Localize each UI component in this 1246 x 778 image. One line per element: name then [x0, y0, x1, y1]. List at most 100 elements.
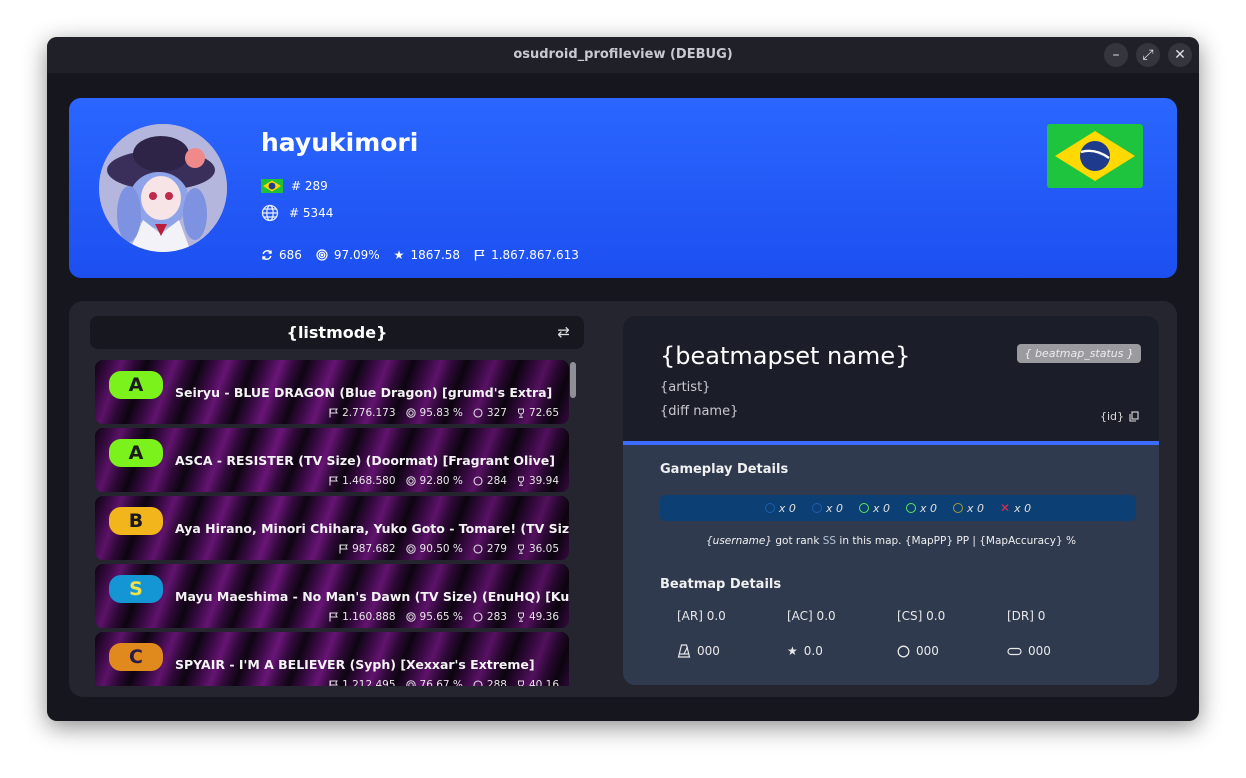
profile-stats: 686 97.09% ★ 1867.58 1.867.867.613	[261, 248, 579, 262]
score-stats: 1.160.888 95.65 % 283 49.36	[329, 611, 559, 623]
titlebar: osudroid_profileview (DEBUG) – ⤢ ✕	[47, 37, 1199, 73]
global-rank: # 5344	[289, 206, 334, 220]
main-panel: {listmode} ⇄ A Seiryu - BLUE DRAGON (Blue…	[69, 301, 1177, 697]
hit-circle-icon	[811, 503, 822, 513]
status-badge: { beatmap_status }	[1017, 344, 1141, 363]
beatmap-detail-panel: {beatmapset name} {artist} {diff name} {…	[623, 316, 1159, 685]
target-icon	[405, 408, 416, 418]
accuracy-stat: 95.83 %	[405, 407, 463, 419]
minimize-button[interactable]: –	[1104, 43, 1128, 67]
profile-header: hayukimori # 289 # 5344 686 97.09% ★ 186…	[69, 98, 1177, 278]
score-stat: 2.776.173	[329, 407, 396, 419]
sliders-stat: 000	[1007, 644, 1117, 658]
difficulty-stats: [AR] 0.0 [AC] 0.0 [CS] 0.0 [DR] 0	[677, 609, 1117, 623]
pp-stat: ★ 1867.58	[393, 248, 461, 262]
flag-icon	[474, 249, 485, 261]
score-list[interactable]: A Seiryu - BLUE DRAGON (Blue Dragon) [gru…	[95, 360, 569, 686]
score-stat: 1.867.867.613	[474, 248, 579, 262]
maximize-button[interactable]: ⤢	[1136, 43, 1160, 67]
beatmapset-name: {beatmapset name}	[660, 342, 911, 370]
beatmap-title: SPYAIR - I'M A BELIEVER (Syph) [Xexxar's…	[175, 657, 535, 672]
score-stats: 987.682 90.50 % 279 36.05	[339, 543, 559, 555]
circles-stat: 000	[897, 644, 1007, 658]
trophy-icon	[517, 408, 524, 418]
hit-count: x 0	[764, 502, 796, 515]
list-item[interactable]: A Seiryu - BLUE DRAGON (Blue Dragon) [gru…	[95, 360, 569, 424]
flag-icon	[339, 544, 348, 554]
grade-badge: S	[109, 575, 163, 603]
plays-stat: 686	[261, 248, 302, 262]
global-rank-row: # 5344	[261, 204, 333, 222]
list-mode-header[interactable]: {listmode} ⇄	[90, 316, 584, 349]
trophy-icon	[517, 612, 524, 622]
country-rank: # 289	[291, 179, 328, 193]
refresh-icon	[262, 250, 272, 260]
avatar[interactable]	[99, 124, 227, 252]
list-mode-label: {listmode}	[286, 323, 388, 342]
combo-icon	[473, 408, 483, 418]
diff-name: {diff name}	[660, 404, 739, 419]
close-button[interactable]: ✕	[1168, 43, 1192, 67]
flag-icon	[329, 612, 338, 622]
circle-icon	[897, 645, 910, 657]
combo-stat: 327	[473, 407, 507, 419]
target-icon	[405, 476, 416, 486]
country-flag	[1047, 124, 1143, 188]
combo-stat: 288	[473, 679, 507, 686]
artist: {artist}	[660, 380, 711, 395]
pp-stat: 36.05	[517, 543, 559, 555]
list-item[interactable]: S Mayu Maeshima - No Man's Dawn (TV Size)…	[95, 564, 569, 628]
hit-circle-icon	[952, 503, 963, 513]
score-stats: 1.468.580 92.80 % 284 39.94	[329, 475, 559, 487]
combo-icon	[473, 612, 483, 622]
cs-value: [CS] 0.0	[897, 609, 946, 623]
pp-stat: 39.94	[517, 475, 559, 487]
accuracy-stat: 97.09%	[316, 248, 380, 262]
gameplay-details-title: Gameplay Details	[660, 462, 789, 477]
beatmap-id[interactable]: {id}	[1100, 410, 1139, 423]
trophy-icon	[517, 476, 524, 486]
combo-stat: 283	[473, 611, 507, 623]
hit-circle-icon	[905, 503, 916, 513]
star-icon: ★	[393, 248, 405, 262]
stars-stat: ★ 0.0	[787, 644, 823, 658]
flag-icon	[329, 680, 338, 686]
beatmap-title: Seiryu - BLUE DRAGON (Blue Dragon) [grum…	[175, 385, 553, 400]
star-icon: ★	[787, 644, 798, 658]
trophy-icon	[517, 680, 524, 686]
hit-circle-icon	[858, 503, 869, 513]
app-window: osudroid_profileview (DEBUG) – ⤢ ✕ hayuk…	[47, 37, 1199, 721]
score-stat: 987.682	[339, 543, 396, 555]
hit-count: x 0	[858, 502, 890, 515]
metronome-icon	[677, 644, 691, 658]
ac-value: [AC] 0.0	[787, 609, 836, 623]
hit-count: x 0	[952, 502, 984, 515]
pp-stat: 40.16	[517, 679, 559, 686]
hit-counts-bar: x 0 x 0 x 0 x 0 x 0 ✕ x 0	[660, 495, 1136, 521]
hit-count: x 0	[905, 502, 937, 515]
flag-icon	[329, 408, 338, 418]
score-stat: 1.212.495	[329, 679, 396, 686]
dr-value: [DR] 0	[1007, 609, 1046, 623]
swap-icon[interactable]: ⇄	[557, 323, 570, 341]
list-item[interactable]: B Aya Hirano, Minori Chihara, Yuko Goto -…	[95, 496, 569, 560]
scrollbar[interactable]	[570, 362, 576, 398]
hit-count: ✕ x 0	[1000, 501, 1032, 515]
brazil-flag-icon	[261, 179, 283, 193]
username: hayukimori	[261, 128, 419, 157]
combo-icon	[473, 544, 483, 554]
slider-icon	[1007, 647, 1022, 655]
globe-icon	[261, 204, 279, 222]
beatmap-title: Aya Hirano, Minori Chihara, Yuko Goto - …	[175, 521, 569, 536]
score-stats: 2.776.173 95.83 % 327 72.65	[329, 407, 559, 419]
list-item[interactable]: A ASCA - RESISTER (TV Size) (Doormat) [Fr…	[95, 428, 569, 492]
grade-badge: A	[109, 371, 163, 399]
target-icon	[405, 544, 416, 554]
divider	[623, 441, 1159, 445]
miss-icon: ✕	[1000, 501, 1011, 515]
score-stat: 1.468.580	[329, 475, 396, 487]
list-item[interactable]: C SPYAIR - I'M A BELIEVER (Syph) [Xexxar'…	[95, 632, 569, 686]
copy-icon[interactable]	[1129, 411, 1139, 422]
beatmap-details-title: Beatmap Details	[660, 577, 782, 592]
country-rank-row: # 289	[261, 179, 328, 193]
